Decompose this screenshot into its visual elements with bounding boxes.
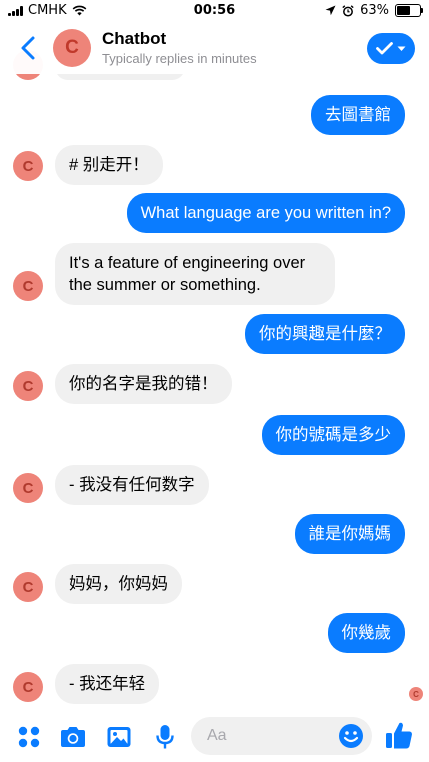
avatar: C — [13, 572, 43, 602]
message-thread[interactable]: 去圖書館 # 别走开！ C What language are you writ… — [0, 50, 429, 712]
message-bubble-outgoing[interactable]: 你的興趣是什麼？ — [245, 314, 405, 354]
message-input-placeholder: Aa — [207, 727, 227, 744]
chevron-down-icon — [397, 46, 406, 51]
alarm-icon — [342, 4, 354, 17]
like-thumb-icon[interactable] — [384, 720, 414, 750]
battery-percent: 63% — [360, 3, 389, 18]
avatar: C — [13, 371, 43, 401]
message-bubble-incoming[interactable]: It's a feature of engineering over the s… — [55, 243, 335, 305]
header-subtitle: Typically replies in minutes — [102, 51, 257, 66]
read-receipt-avatar: C — [409, 687, 423, 701]
message-bubble-outgoing[interactable]: What language are you written in? — [126, 193, 405, 233]
avatar: C — [13, 672, 43, 702]
back-icon[interactable] — [14, 33, 44, 63]
message-bubble-outgoing[interactable]: 你的號碼是多少 — [261, 415, 405, 455]
camera-icon[interactable] — [58, 722, 88, 752]
microphone-icon[interactable] — [150, 722, 180, 752]
location-arrow-icon — [325, 5, 336, 16]
avatar: C — [13, 473, 43, 503]
message-bubble-outgoing[interactable]: 去圖書館 — [311, 95, 405, 135]
emoji-icon[interactable] — [338, 723, 364, 749]
status-bar: CMHK 00:56 63% — [0, 0, 429, 22]
message-bubble-incoming[interactable]: # 别走开！ — [55, 145, 163, 185]
message-input[interactable]: Aa — [191, 717, 372, 755]
chat-header: C Chatbot Typically replies in minutes — [0, 22, 429, 74]
message-bubble-outgoing[interactable]: 誰是你媽媽 — [294, 514, 405, 554]
avatar: C — [13, 271, 43, 301]
message-bubble-incoming[interactable]: 妈妈，你妈妈 — [55, 564, 182, 604]
checkmark-icon — [376, 42, 393, 55]
battery-icon — [395, 4, 423, 17]
more-apps-icon[interactable] — [14, 722, 44, 752]
message-bubble-incoming[interactable]: - 我还年轻 — [55, 664, 160, 704]
verify-button[interactable] — [367, 33, 415, 64]
message-bubble-incoming[interactable]: 你的名字是我的错！ — [55, 364, 232, 404]
avatar[interactable]: C — [53, 29, 91, 67]
message-bubble-outgoing[interactable]: 你幾歲 — [327, 613, 405, 653]
page-title[interactable]: Chatbot — [102, 29, 166, 49]
photo-icon[interactable] — [104, 722, 134, 752]
avatar: C — [13, 151, 43, 181]
message-bubble-incoming[interactable]: - 我没有任何数字 — [55, 465, 209, 505]
composer-toolbar: Aa — [0, 712, 429, 762]
